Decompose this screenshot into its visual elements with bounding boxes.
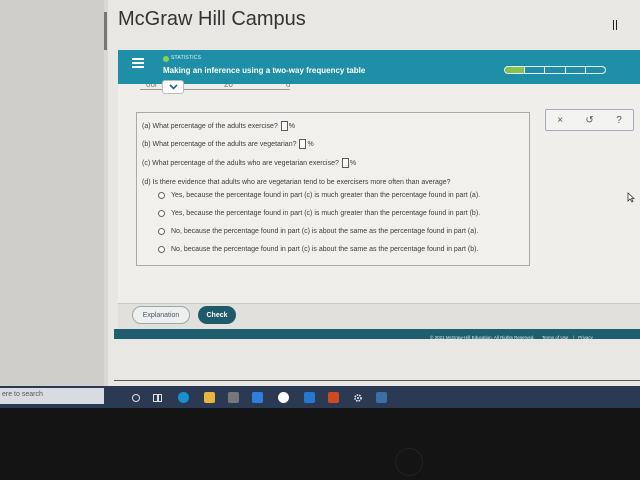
- store-icon[interactable]: [228, 392, 239, 403]
- office-icon[interactable]: [328, 392, 339, 403]
- progress-segment: [505, 67, 526, 73]
- footer-divider: |: [572, 335, 574, 340]
- settings-gear-icon[interactable]: [352, 392, 363, 403]
- monitor-bezel: [0, 408, 640, 480]
- action-bar: [118, 303, 640, 329]
- gear-glyph: [353, 393, 362, 402]
- radio-button[interactable]: [158, 228, 165, 235]
- option-label: Yes, because the percentage found in par…: [171, 210, 481, 217]
- option-label: No, because the percentage found in part…: [171, 246, 479, 253]
- question-b-text: (b) What percentage of the adults are ve…: [142, 140, 297, 148]
- question-c-text: (c) What percentage of the adults who ar…: [142, 159, 339, 167]
- cortana-icon[interactable]: [132, 394, 140, 402]
- question-c: (c) What percentage of the adults who ar…: [142, 158, 356, 168]
- table-cell: o: [286, 84, 290, 89]
- unit-label: %: [307, 140, 314, 148]
- option-label: Yes, because the percentage found in par…: [171, 192, 481, 199]
- task-view-glyph: [153, 393, 162, 402]
- topic-status-icon: [163, 56, 169, 62]
- answer-b-input[interactable]: [299, 139, 307, 149]
- campus-title: McGraw Hill Campus: [118, 8, 306, 30]
- table-cell: ooi: [146, 84, 157, 89]
- radio-button[interactable]: [158, 210, 165, 217]
- radio-option-2[interactable]: Yes, because the percentage found in par…: [158, 210, 480, 217]
- lesson-title: Making an inference using a two-way freq…: [163, 66, 366, 75]
- hp-logo-icon: [395, 448, 423, 476]
- table-cell: 20: [224, 84, 233, 89]
- radio-button[interactable]: [158, 246, 165, 253]
- progress-bar: [504, 66, 606, 74]
- chrome-icon[interactable]: [278, 392, 289, 403]
- photos-icon[interactable]: [376, 392, 387, 403]
- radio-button[interactable]: [158, 192, 165, 199]
- campus-menu-icon[interactable]: [613, 20, 617, 30]
- radio-option-4[interactable]: No, because the percentage found in part…: [158, 246, 478, 253]
- privacy-link[interactable]: Privacy: [578, 335, 593, 340]
- question-a-text: (a) What percentage of the adults exerci…: [142, 122, 278, 130]
- mail-icon[interactable]: [304, 392, 315, 403]
- window-edge: [104, 12, 107, 50]
- dropbox-icon[interactable]: [252, 392, 263, 403]
- option-label: No, because the percentage found in part…: [171, 228, 479, 235]
- question-a: (a) What percentage of the adults exerci…: [142, 121, 295, 131]
- question-b: (b) What percentage of the adults are ve…: [142, 139, 314, 149]
- terms-link[interactable]: Terms of Use: [542, 335, 569, 340]
- question-box: [136, 112, 530, 266]
- help-icon[interactable]: ?: [616, 115, 622, 126]
- taskbar-search-text: ere to search: [2, 391, 43, 398]
- hamburger-menu-icon[interactable]: [132, 58, 144, 68]
- copyright-line: © 2021 McGraw-Hill Education. All Rights…: [430, 335, 593, 340]
- progress-segment: [566, 67, 586, 73]
- progress-segment: [586, 67, 605, 73]
- radio-option-1[interactable]: Yes, because the percentage found in par…: [158, 192, 480, 199]
- file-explorer-icon[interactable]: [204, 392, 215, 403]
- mouse-cursor-icon: [627, 192, 635, 203]
- explanation-button[interactable]: Explanation: [132, 306, 190, 324]
- radio-option-3[interactable]: No, because the percentage found in part…: [158, 228, 478, 235]
- progress-segment: [545, 67, 566, 73]
- check-button[interactable]: Check: [198, 306, 236, 324]
- undo-icon[interactable]: ↺: [585, 115, 593, 126]
- answer-c-input[interactable]: [341, 158, 349, 168]
- browser-left-panel: [0, 0, 107, 386]
- unit-label: %: [349, 159, 357, 167]
- answer-a-input[interactable]: [280, 121, 288, 131]
- edge-browser-icon[interactable]: [178, 392, 189, 403]
- question-d: (d) Is there evidence that adults who ar…: [142, 179, 451, 186]
- chevron-down-icon: [169, 84, 178, 90]
- unit-label: %: [288, 122, 296, 130]
- progress-segment: [525, 67, 546, 73]
- collapse-table-button[interactable]: [162, 80, 184, 94]
- topic-label: STATISTICS: [171, 55, 202, 61]
- answer-tools: × ↺ ?: [545, 109, 634, 131]
- question-d-text: (d) Is there evidence that adults who ar…: [142, 179, 451, 186]
- close-icon[interactable]: ×: [557, 115, 563, 126]
- copyright-text: © 2021 McGraw-Hill Education. All Rights…: [430, 335, 535, 340]
- page-divider: [114, 380, 640, 381]
- task-view-icon[interactable]: [152, 392, 163, 403]
